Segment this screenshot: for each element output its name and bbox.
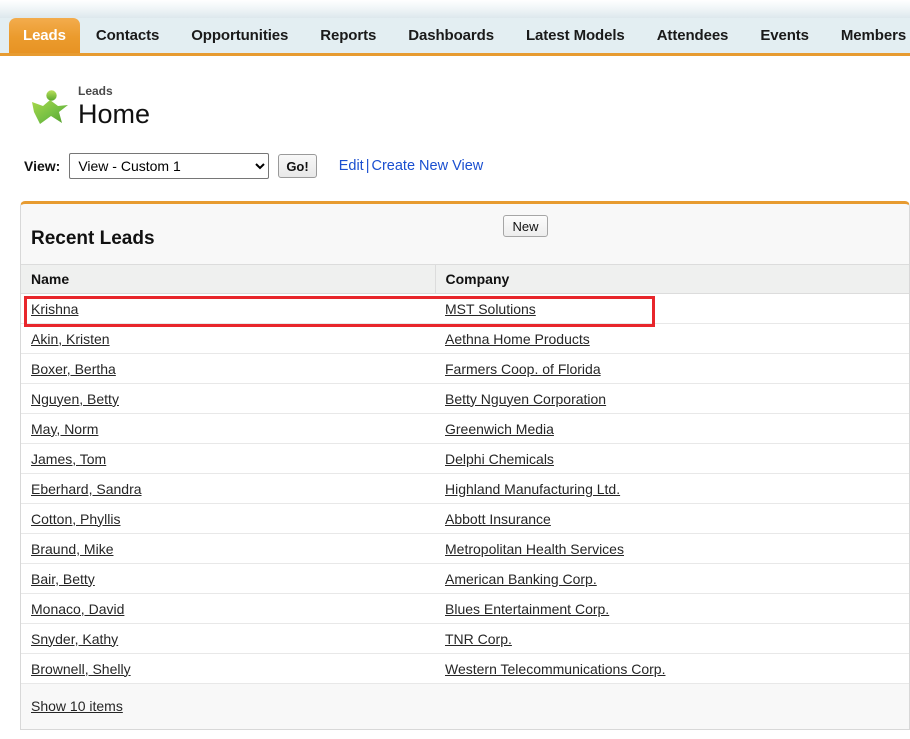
company-link[interactable]: Abbott Insurance bbox=[445, 511, 551, 527]
table-row[interactable]: Bair, Betty American Banking Corp. bbox=[21, 563, 909, 594]
page-title: Home bbox=[78, 99, 151, 129]
top-gradient-strip bbox=[0, 0, 910, 18]
table-row[interactable]: Monaco, David Blues Entertainment Corp. bbox=[21, 593, 909, 624]
table-row[interactable]: Boxer, Bertha Farmers Coop. of Florida bbox=[21, 353, 909, 384]
cell-company: Metropolitan Health Services bbox=[435, 533, 909, 564]
cell-name: Boxer, Bertha bbox=[21, 353, 435, 384]
view-label: View: bbox=[24, 158, 61, 174]
tab-opportunities[interactable]: Opportunities bbox=[175, 18, 304, 53]
cell-company: TNR Corp. bbox=[435, 623, 909, 654]
recent-leads-table: Name Company Krishna MST Solutions Akin, K… bbox=[21, 264, 909, 684]
company-link[interactable]: American Banking Corp. bbox=[445, 571, 597, 587]
lead-name-link[interactable]: Snyder, Kathy bbox=[31, 631, 118, 647]
lead-name-link[interactable]: Monaco, David bbox=[31, 601, 124, 617]
tab-list: Leads Contacts Opportunities Reports Dashboa… bbox=[0, 18, 910, 53]
lead-name-link[interactable]: Akin, Kristen bbox=[31, 331, 110, 347]
cell-name: Snyder, Kathy bbox=[21, 623, 435, 654]
view-selector-bar: View: View - Custom 1 Go! Edit | Create Ne… bbox=[24, 153, 483, 179]
company-link[interactable]: Blues Entertainment Corp. bbox=[445, 601, 609, 617]
panel-title: Recent Leads bbox=[31, 228, 155, 249]
lead-name-link[interactable]: Braund, Mike bbox=[31, 541, 113, 557]
company-link[interactable]: Betty Nguyen Corporation bbox=[445, 391, 606, 407]
go-button[interactable]: Go! bbox=[278, 154, 317, 178]
cell-company: Abbott Insurance bbox=[435, 503, 909, 534]
table-row[interactable]: Krishna MST Solutions bbox=[21, 293, 909, 324]
table-row[interactable]: May, Norm Greenwich Media bbox=[21, 413, 909, 444]
column-header-name[interactable]: Name bbox=[21, 264, 436, 294]
cell-name: Akin, Kristen bbox=[21, 323, 435, 354]
company-link[interactable]: Metropolitan Health Services bbox=[445, 541, 624, 557]
company-link[interactable]: Farmers Coop. of Florida bbox=[445, 361, 601, 377]
lead-star-person-icon bbox=[28, 86, 72, 130]
lead-name-link[interactable]: Krishna bbox=[31, 301, 78, 317]
company-link[interactable]: Aethna Home Products bbox=[445, 331, 590, 347]
lead-name-link[interactable]: Bair, Betty bbox=[31, 571, 95, 587]
lead-name-link[interactable]: Nguyen, Betty bbox=[31, 391, 119, 407]
cell-company: Greenwich Media bbox=[435, 413, 909, 444]
lead-name-link[interactable]: May, Norm bbox=[31, 421, 98, 437]
tab-dashboards[interactable]: Dashboards bbox=[392, 18, 510, 53]
cell-company: Highland Manufacturing Ltd. bbox=[435, 473, 909, 504]
tab-latest-models[interactable]: Latest Models bbox=[510, 18, 641, 53]
tab-leads[interactable]: Leads bbox=[9, 18, 80, 53]
tab-contacts[interactable]: Contacts bbox=[80, 18, 175, 53]
company-link[interactable]: Delphi Chemicals bbox=[445, 451, 554, 467]
cell-company: American Banking Corp. bbox=[435, 563, 909, 594]
cell-name: Cotton, Phyllis bbox=[21, 503, 435, 534]
cell-name: Braund, Mike bbox=[21, 533, 435, 564]
lead-name-link[interactable]: Brownell, Shelly bbox=[31, 661, 131, 677]
tab-reports[interactable]: Reports bbox=[304, 18, 392, 53]
cell-company: Western Telecommunications Corp. bbox=[435, 653, 909, 684]
cell-company: MST Solutions bbox=[435, 293, 909, 324]
table-row[interactable]: Akin, Kristen Aethna Home Products bbox=[21, 323, 909, 354]
cell-company: Betty Nguyen Corporation bbox=[435, 383, 909, 414]
lead-name-link[interactable]: Cotton, Phyllis bbox=[31, 511, 120, 527]
tab-events[interactable]: Events bbox=[744, 18, 825, 53]
table-row[interactable]: Snyder, Kathy TNR Corp. bbox=[21, 623, 909, 654]
panel-footer: Show 10 items bbox=[21, 684, 909, 728]
cell-company: Blues Entertainment Corp. bbox=[435, 593, 909, 624]
company-link[interactable]: MST Solutions bbox=[445, 301, 536, 317]
table-row[interactable]: James, Tom Delphi Chemicals bbox=[21, 443, 909, 474]
cell-name: Nguyen, Betty bbox=[21, 383, 435, 414]
cell-name: James, Tom bbox=[21, 443, 435, 474]
view-select[interactable]: View - Custom 1 bbox=[69, 153, 270, 179]
show-10-items-link[interactable]: Show 10 items bbox=[31, 698, 123, 714]
cell-company: Delphi Chemicals bbox=[435, 443, 909, 474]
cell-name: Krishna bbox=[21, 293, 435, 324]
cell-name: Monaco, David bbox=[21, 593, 435, 624]
cell-company: Farmers Coop. of Florida bbox=[435, 353, 909, 384]
tab-attendees[interactable]: Attendees bbox=[641, 18, 745, 53]
table-header-row: Name Company bbox=[21, 264, 909, 294]
table-body: Krishna MST Solutions Akin, Kristen Aethna … bbox=[21, 293, 909, 684]
panel-header: Recent Leads New bbox=[21, 204, 909, 264]
cell-name: Brownell, Shelly bbox=[21, 653, 435, 684]
cell-name: Bair, Betty bbox=[21, 563, 435, 594]
column-header-company[interactable]: Company bbox=[435, 264, 909, 294]
table-row[interactable]: Braund, Mike Metropolitan Health Services bbox=[21, 533, 909, 564]
company-link[interactable]: TNR Corp. bbox=[445, 631, 512, 647]
primary-tab-bar: Leads Contacts Opportunities Reports Dashboa… bbox=[0, 18, 910, 56]
page-kicker: Leads bbox=[78, 84, 113, 98]
cell-company: Aethna Home Products bbox=[435, 323, 909, 354]
view-links: Edit | Create New View bbox=[339, 158, 484, 174]
lead-name-link[interactable]: Boxer, Bertha bbox=[31, 361, 116, 377]
recent-leads-panel: Recent Leads New Name Company Krishna MST… bbox=[20, 201, 910, 730]
edit-view-link[interactable]: Edit bbox=[339, 158, 364, 174]
table-row[interactable]: Eberhard, Sandra Highland Manufacturing L… bbox=[21, 473, 909, 504]
company-link[interactable]: Highland Manufacturing Ltd. bbox=[445, 481, 620, 497]
lead-name-link[interactable]: James, Tom bbox=[31, 451, 106, 467]
cell-name: May, Norm bbox=[21, 413, 435, 444]
table-row[interactable]: Nguyen, Betty Betty Nguyen Corporation bbox=[21, 383, 909, 414]
table-row[interactable]: Cotton, Phyllis Abbott Insurance bbox=[21, 503, 909, 534]
create-new-view-link[interactable]: Create New View bbox=[371, 158, 483, 174]
cell-name: Eberhard, Sandra bbox=[21, 473, 435, 504]
table-row[interactable]: Brownell, Shelly Western Telecommunicatio… bbox=[21, 653, 909, 684]
lead-name-link[interactable]: Eberhard, Sandra bbox=[31, 481, 142, 497]
new-lead-button[interactable]: New bbox=[503, 215, 548, 237]
company-link[interactable]: Greenwich Media bbox=[445, 421, 554, 437]
company-link[interactable]: Western Telecommunications Corp. bbox=[445, 661, 665, 677]
tab-members[interactable]: Members bbox=[825, 18, 910, 53]
page-header: Leads Home bbox=[0, 56, 910, 130]
